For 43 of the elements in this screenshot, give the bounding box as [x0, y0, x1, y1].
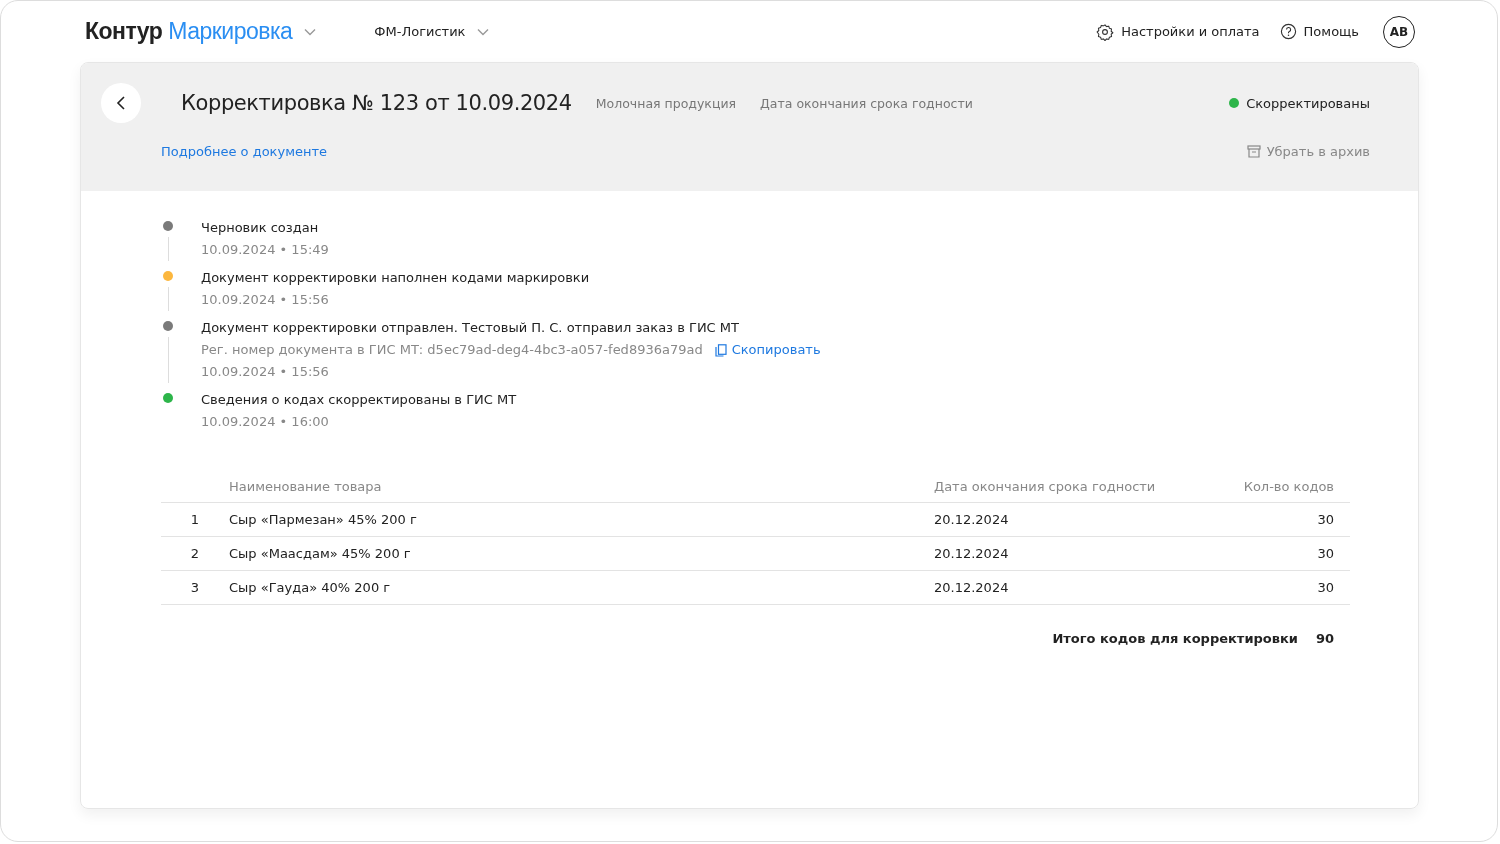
event-time: 10.09.2024 • 15:49: [201, 241, 329, 259]
event-time: 10.09.2024 • 15:56: [201, 291, 330, 309]
row-number: 1: [161, 502, 229, 537]
table-cell: 20.12.2024: [934, 570, 1184, 605]
status-label: Скорректированы: [1246, 95, 1370, 111]
table-cell: Сыр «Гауда» 40% 200 г: [229, 570, 934, 605]
chevron-down-icon: [477, 27, 490, 36]
event-title: Документ корректировки наполнен кодами маркировки: [201, 269, 590, 287]
column-header: Наименование товара: [229, 473, 934, 503]
table-cell: 20.12.2024: [934, 502, 1184, 537]
event-time: 10.09.2024 • 16:00: [201, 413, 330, 431]
event-time: 10.09.2024 • 15:56: [201, 363, 330, 381]
settings-link[interactable]: Настройки и оплата: [1096, 22, 1260, 41]
column-header: Кол-во кодов: [1184, 473, 1350, 503]
document-title: Корректировка № 123 от 10.09.2024: [181, 91, 572, 115]
chevron-down-icon[interactable]: [304, 27, 317, 36]
copy-icon: [714, 343, 727, 357]
archive-box-icon: [1246, 145, 1261, 158]
total-value: 90: [1315, 631, 1334, 646]
event-title: Документ корректировки отправлен. Тестовый П. С. отправил заказ в ГИС МТ: [201, 319, 740, 337]
row-number: 2: [161, 536, 229, 571]
total-label: Итого кодов для корректировки: [1052, 631, 1298, 646]
copy-link[interactable]: Скопировать: [714, 339, 821, 361]
event-title: Черновик создан: [201, 219, 320, 237]
organization-dropdown[interactable]: ФМ-Логистик: [374, 24, 490, 39]
help-link[interactable]: Помощь: [1279, 23, 1359, 40]
settings-icon: [1096, 22, 1115, 41]
logo[interactable]: Контур Маркировка: [85, 18, 293, 45]
table-cell: 30: [1184, 536, 1350, 571]
event-title: Сведения о кодах скорректированы в ГИС МТ: [201, 391, 517, 409]
table-cell: Сыр «Пармезан» 45% 200 г: [229, 502, 934, 537]
back-button[interactable]: [101, 83, 141, 123]
document-tag: Дата окончания срока годности: [760, 95, 973, 111]
table-cell: 30: [1184, 570, 1350, 605]
table-cell: 20.12.2024: [934, 536, 1184, 571]
document-details-link[interactable]: Подробнее о документе: [161, 144, 328, 159]
help-icon: [1279, 23, 1297, 40]
document-tag: Молочная продукция: [595, 95, 737, 111]
table-cell: Сыр «Маасдам» 45% 200 г: [229, 536, 934, 571]
column-header: Дата окончания срока годности: [934, 473, 1184, 503]
event-note: Рег. номер документа в ГИС МТ: d5ec79ad-deg4-4bc3-a057-fed8936a79ad: [201, 341, 703, 359]
row-number: 3: [161, 570, 229, 605]
table-cell: 30: [1184, 502, 1350, 537]
